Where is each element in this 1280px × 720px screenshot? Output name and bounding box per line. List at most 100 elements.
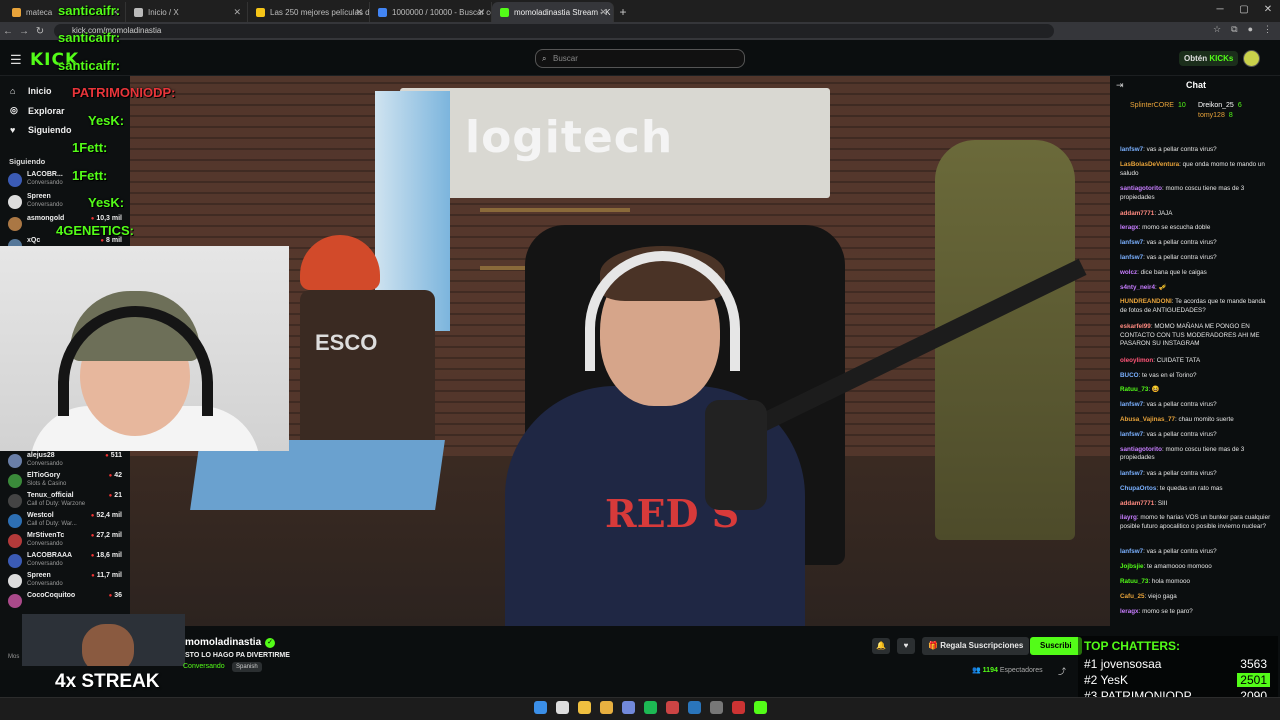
chat-username[interactable]: leragx <box>1120 224 1139 231</box>
chat-username[interactable]: addam7771 <box>1120 500 1154 507</box>
discord-icon[interactable] <box>622 701 635 714</box>
subscribe-button[interactable]: Suscribi <box>1030 637 1082 655</box>
tab-label: momoladinastia Stream - K <box>514 7 611 17</box>
chat-username[interactable]: eskarfel99 <box>1120 323 1151 330</box>
app-icon[interactable] <box>732 701 745 714</box>
sidebar-channel[interactable]: LACOBRAAA Conversando 18,6 mil <box>8 551 122 571</box>
reload-icon[interactable]: ↻ <box>32 26 48 37</box>
chat-username[interactable]: lanfsw7 <box>1120 401 1143 408</box>
app-icon[interactable] <box>710 701 723 714</box>
sidebar-channel[interactable]: Westcol Call of Duty: War... 52,4 mil <box>8 511 122 531</box>
hamburger-menu-icon[interactable]: ☰ <box>10 52 22 68</box>
app-icon[interactable] <box>754 701 767 714</box>
browser-tab[interactable]: Inicio / X ✕ <box>126 2 248 22</box>
chat-username[interactable]: Jojbsjie <box>1120 563 1143 570</box>
top-chatter-row: #1 jovensosaa 3563 <box>1084 657 1270 673</box>
get-kicks-button[interactable]: Obtén KICKs <box>1179 51 1239 66</box>
sidebar-item-siguiendo[interactable]: ♥ Siguiendo <box>10 125 72 135</box>
chat-username[interactable]: lanfsw7 <box>1120 239 1143 246</box>
app-icon[interactable] <box>666 701 679 714</box>
sidebar-channel[interactable]: Tenux_official Call of Duty: Warzone 21 <box>8 491 122 511</box>
chat-username[interactable]: Cafu_25 <box>1120 593 1145 600</box>
chat-username[interactable]: Abusa_Vajinas_77 <box>1120 416 1175 423</box>
pinned-gifter[interactable]: SplinterCORE 10 <box>1130 102 1186 109</box>
share-icon[interactable]: ⤴ <box>1058 666 1066 677</box>
chat-username[interactable]: lanfsw7 <box>1120 254 1143 261</box>
maximize-icon[interactable]: ▢ <box>1232 0 1256 20</box>
stream-category[interactable]: Conversando <box>183 663 225 670</box>
profile-icon[interactable]: ● <box>1248 24 1253 35</box>
chat-username[interactable]: ilayrg <box>1120 514 1137 521</box>
close-icon[interactable]: ✕ <box>1256 0 1280 20</box>
menu-icon[interactable]: ⋮ <box>1263 24 1272 35</box>
sidebar-channel[interactable]: CocoCoquitoo 36 <box>8 591 122 611</box>
chat-username[interactable]: ChupaOrtos <box>1120 485 1156 492</box>
bookmark-icon[interactable]: ☆ <box>1213 24 1221 35</box>
channel-viewers: 511 <box>105 452 122 459</box>
chat-username[interactable]: LasBolasDeVentura <box>1120 161 1179 168</box>
streamer-name[interactable]: momoladinastia <box>185 637 261 648</box>
chat-username[interactable]: wolcz <box>1120 269 1137 276</box>
gift-subs-button[interactable]: 🎁 Regala Suscripciones <box>922 637 1030 655</box>
language-tag[interactable]: Spanish <box>232 662 262 672</box>
chat-username[interactable]: Ratuu_73 <box>1120 578 1148 585</box>
back-icon[interactable]: ← <box>0 26 16 37</box>
collapse-chat-icon[interactable]: ⇥ <box>1116 80 1124 91</box>
browser-tab[interactable]: 1000000 / 10000 - Buscar con G✕ <box>370 2 492 22</box>
show-more-link[interactable]: Mos <box>8 654 19 660</box>
tab-close-icon[interactable]: ✕ <box>355 7 363 18</box>
file-explorer-icon[interactable] <box>578 701 591 714</box>
user-avatar[interactable] <box>1243 50 1260 67</box>
chat-message: lanfsw7: vas a pellar contra virus? <box>1120 431 1272 440</box>
windows-icon[interactable] <box>534 701 547 714</box>
chat-username[interactable]: lanfsw7 <box>1120 470 1143 477</box>
chat-text: te vas en el Torino? <box>1142 371 1197 379</box>
sidebar-channel[interactable]: ElTioGory Slots & Casino 42 <box>8 471 122 491</box>
search-input[interactable]: ⌕ Buscar <box>535 49 745 68</box>
windows-taskbar <box>0 697 1280 720</box>
chat-username[interactable]: lanfsw7 <box>1120 548 1143 555</box>
pinned-gifter[interactable]: tomy128 8 <box>1198 112 1233 119</box>
url-input[interactable]: kick.com/momoladinastia <box>54 24 1054 38</box>
follow-heart-icon[interactable]: ♥ <box>897 638 915 654</box>
chat-text: vas a pellar contra virus? <box>1146 430 1217 438</box>
channel-viewers: 18,6 mil <box>91 552 122 559</box>
chat-username[interactable]: santiagotorito <box>1120 185 1162 192</box>
tab-favicon-icon <box>12 7 21 17</box>
steam-icon[interactable] <box>688 701 701 714</box>
extension-icon[interactable]: ⧉ <box>1231 24 1237 35</box>
channel-category: Conversando <box>27 202 63 208</box>
tab-close-icon[interactable]: ✕ <box>477 7 485 18</box>
sidebar-channel[interactable]: alejus28 Conversando 511 <box>8 451 122 471</box>
browser-tab-bar: mateca ✕ Inicio / X ✕ Las 250 mejores pelícu… <box>0 0 1280 22</box>
chat-username[interactable]: HUNDREANDONI <box>1120 298 1172 305</box>
chat-username[interactable]: lanfsw7 <box>1120 146 1143 153</box>
tab-close-icon[interactable]: ✕ <box>599 7 607 18</box>
chat-username[interactable]: addam7771 <box>1120 210 1154 217</box>
sidebar-item-inicio[interactable]: ⌂ Inicio <box>10 86 52 96</box>
spotify-icon[interactable] <box>644 701 657 714</box>
notification-bell-icon[interactable]: 🔔 <box>872 638 890 654</box>
new-tab-icon[interactable]: + <box>614 2 632 22</box>
chat-username[interactable]: BUCO <box>1120 372 1139 379</box>
sidebar-channel[interactable]: Spreen Conversando 11,7 mil <box>8 571 122 591</box>
chat-username[interactable]: leragx <box>1120 608 1139 615</box>
chat-message: lanfsw7: vas a pellar contra virus? <box>1120 401 1272 410</box>
tab-close-icon[interactable]: ✕ <box>233 7 241 18</box>
sidebar-channel[interactable]: MrStivenTc Conversando 27,2 mil <box>8 531 122 551</box>
browser-tab[interactable]: momoladinastia Stream - K ✕ <box>492 2 614 22</box>
pinned-gifter[interactable]: Dreikon_25 6 <box>1198 102 1242 109</box>
browser-tab[interactable]: Las 250 mejores películas de IM✕ <box>248 2 370 22</box>
chat-username[interactable]: santiagotorito <box>1120 446 1162 453</box>
search-icon[interactable] <box>556 701 569 714</box>
channel-name: alejus28 <box>27 452 55 459</box>
chat-username[interactable]: s4nty_neir4 <box>1120 284 1155 291</box>
forward-icon[interactable]: → <box>16 26 32 37</box>
chrome-icon[interactable] <box>600 701 613 714</box>
channel-avatar <box>8 514 22 528</box>
chat-username[interactable]: oleoylimon <box>1120 357 1153 364</box>
chat-username[interactable]: Ratuu_73 <box>1120 386 1148 393</box>
sidebar-item-explorar[interactable]: ◎ Explorar <box>10 105 65 116</box>
minimize-icon[interactable]: ─ <box>1208 0 1232 20</box>
chat-username[interactable]: lanfsw7 <box>1120 431 1143 438</box>
